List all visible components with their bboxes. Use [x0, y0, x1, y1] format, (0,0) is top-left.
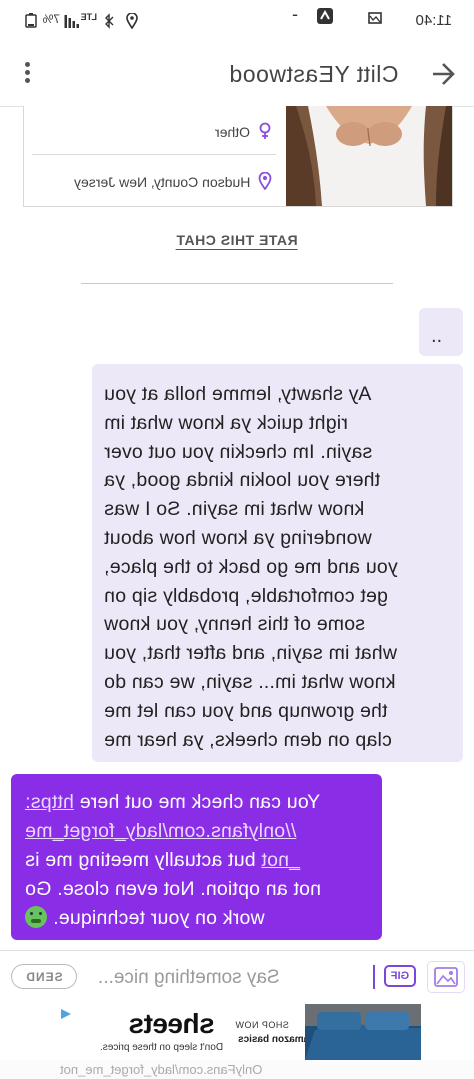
- screen: 11:40 - LTE 7% Clitt YEastwood Other Hud…: [0, 0, 474, 1079]
- minus-notification-icon: -: [292, 4, 298, 24]
- reply-text: not an option. Not even close. Go: [25, 878, 322, 900]
- network-type: LTE: [80, 12, 97, 22]
- divider: [81, 283, 393, 284]
- reply-message-text: You can check me out here https: //onlyf…: [25, 788, 370, 933]
- message-composer: GIF SEND: [0, 950, 474, 1003]
- location-pin-icon: [258, 171, 272, 191]
- arrow-back-icon[interactable]: [430, 57, 456, 95]
- gender-icon: [258, 122, 272, 140]
- reply-text: but actually meeting me is: [25, 849, 262, 871]
- reply-text: work on your technique.: [53, 907, 265, 929]
- message-line: know what im... sayin, we can do: [104, 670, 396, 693]
- nauseated-face-icon: [25, 906, 47, 928]
- message-line: Ay shawty, lemme holla at you: [104, 383, 372, 405]
- signal-icon: [64, 13, 80, 33]
- gif-button[interactable]: GIF: [384, 965, 416, 987]
- reply-lead-text: You can check me out here: [73, 791, 321, 813]
- location-text: Hudson County, New Jersey: [73, 174, 250, 190]
- message-line: wondering ya know how about: [104, 526, 372, 549]
- send-button[interactable]: SEND: [11, 964, 77, 989]
- app-header: Clitt YEastwood: [0, 44, 474, 107]
- onlyfans-link[interactable]: //onlyfans.com/lady_forget_me: [25, 820, 296, 842]
- ad-text-area: sheets Don't sleep on these prices.: [53, 1004, 233, 1060]
- location-row: Hudson County, New Jersey: [32, 156, 276, 204]
- ad-headline: sheets: [129, 1008, 215, 1039]
- message-bubble: Ay shawty, lemme holla at you right quic…: [92, 364, 463, 762]
- profile-photo: [286, 106, 452, 206]
- message-text: Ay shawty, lemme holla at you right quic…: [104, 380, 453, 754]
- message-line: sayin. Im checkin you out over: [104, 440, 373, 463]
- ad-shop-now[interactable]: SHOP NOW: [235, 1020, 289, 1030]
- watermark: OnlyFans.com/lady_forget_me_not: [0, 1060, 474, 1079]
- gallery-notification-icon: [368, 11, 382, 29]
- rate-chat-link[interactable]: RATE THIS CHAT: [176, 232, 298, 250]
- ad-tagline: Don't sleep on these prices.: [99, 1042, 223, 1053]
- ad-product-image: [305, 1004, 421, 1060]
- gender-text: Other: [214, 124, 250, 140]
- onlyfans-link[interactable]: https:: [25, 791, 74, 813]
- status-time: 11:40: [415, 12, 452, 29]
- message-line: some of this henny, you know: [104, 613, 366, 636]
- rate-chat[interactable]: RATE THIS CHAT: [0, 232, 474, 250]
- ad-banner[interactable]: sheets Don't sleep on these prices. SHOP…: [0, 1002, 474, 1060]
- watermark-text: OnlyFans.com/lady_forget_me_not: [59, 1062, 262, 1077]
- message-text: ..: [431, 325, 443, 347]
- ad-choices-icon[interactable]: [60, 1007, 72, 1019]
- profile-info: Other Hudson County, New Jersey: [24, 106, 286, 206]
- profile-card[interactable]: Other Hudson County, New Jersey: [23, 106, 453, 207]
- message-line: you and me go back to the place,: [104, 555, 398, 578]
- message-line: right quick ya know what im: [104, 411, 348, 434]
- battery-percent: 7%: [42, 12, 60, 26]
- message-line: the grownup and you can let me: [104, 699, 388, 722]
- reply-message-bubble: You can check me out here https: //onlyf…: [11, 774, 382, 940]
- message-line: what im sayin, and after that, you: [104, 642, 397, 665]
- message-line: know what im sayin. So I was: [104, 498, 365, 521]
- app-notification-icon: [316, 7, 334, 29]
- message-line: get comfortable, probably sip on: [104, 584, 388, 607]
- message-input[interactable]: [92, 963, 380, 993]
- battery-icon: [24, 12, 38, 32]
- onlyfans-link[interactable]: _not: [261, 849, 300, 871]
- ad-brand: amazon basics: [238, 1034, 310, 1045]
- location-icon: [126, 12, 138, 33]
- status-bar: 11:40 - LTE 7%: [0, 0, 474, 44]
- chat-title: Clitt YEastwood: [228, 61, 398, 87]
- bluetooth-icon: [104, 13, 114, 33]
- ad-content[interactable]: sheets Don't sleep on these prices. SHOP…: [53, 1004, 421, 1060]
- gallery-button[interactable]: [427, 961, 465, 993]
- more-vertical-icon[interactable]: [22, 62, 32, 88]
- message-line: there you lookin kinda good, ya: [104, 469, 381, 492]
- gender-row: Other: [32, 106, 276, 155]
- message-line: clap on dem cheeks, ya hear me: [104, 728, 392, 751]
- message-bubble: ..: [419, 308, 463, 356]
